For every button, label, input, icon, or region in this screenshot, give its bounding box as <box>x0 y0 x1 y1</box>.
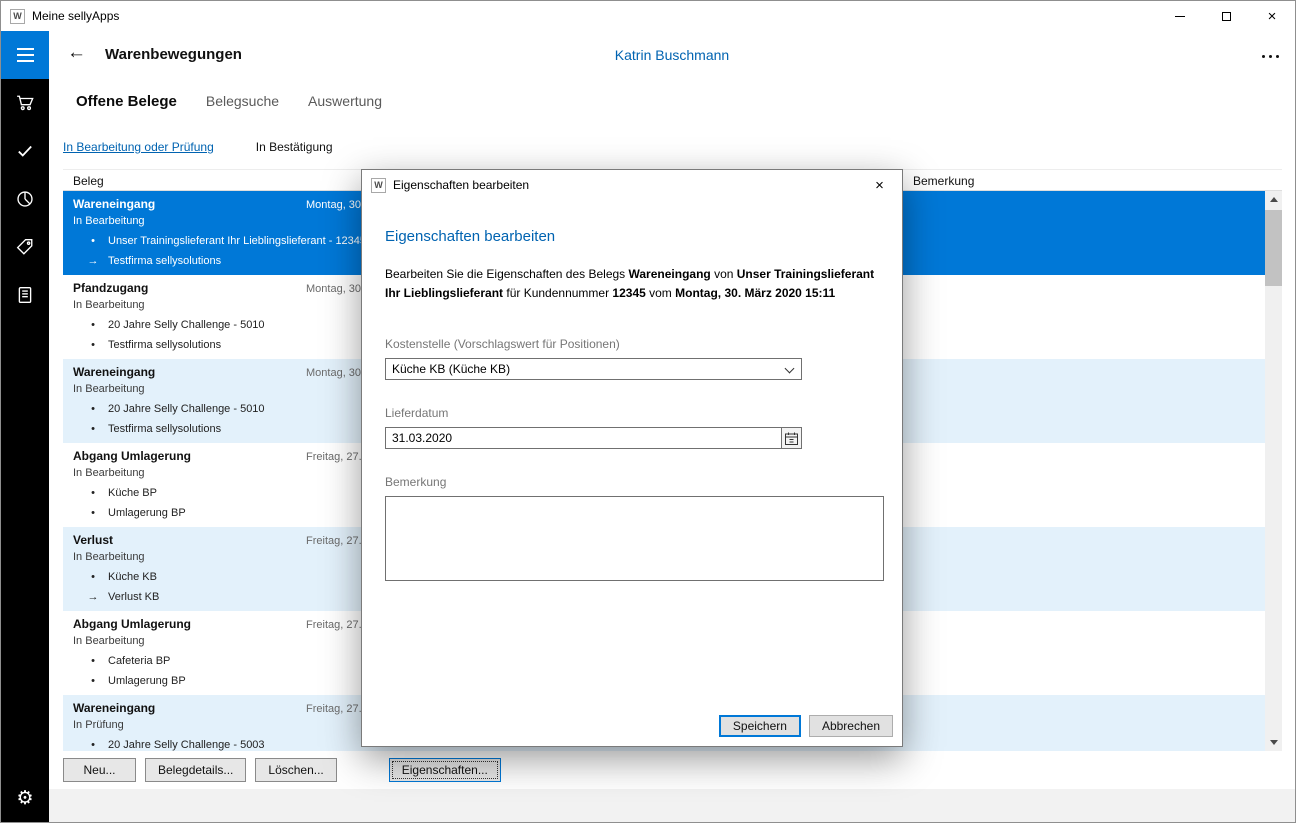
sidebar-item-check[interactable] <box>1 127 49 175</box>
app-window: W Meine sellyApps × <box>0 0 1296 823</box>
gear-icon: ⚙ <box>16 789 33 808</box>
back-button[interactable]: ← <box>67 42 86 64</box>
cart-icon <box>16 94 34 112</box>
sidebar: ⚙ <box>1 31 49 822</box>
cancel-button[interactable]: Abbrechen <box>809 715 893 737</box>
dialog-title: Eigenschaften bearbeiten <box>393 178 529 192</box>
filter-in-bearbeitung-oder-prüfung[interactable]: In Bearbeitung oder Prüfung <box>63 140 214 154</box>
app-icon: W <box>10 9 25 24</box>
window-controls: × <box>1157 1 1295 31</box>
löschen-button[interactable]: Löschen... <box>255 758 336 782</box>
dialog-close-button[interactable]: × <box>857 170 902 200</box>
neu-button[interactable]: Neu... <box>63 758 136 782</box>
dialog-app-icon: W <box>371 178 386 193</box>
maximize-button[interactable] <box>1203 1 1249 31</box>
eigenschaften-dialog: W Eigenschaften bearbeiten × Eigenschaft… <box>361 169 903 747</box>
arrow-up-icon <box>1270 197 1278 202</box>
calendar-icon <box>785 432 798 445</box>
dialog-heading: Eigenschaften bearbeiten <box>385 228 879 245</box>
tab-auswertung[interactable]: Auswertung <box>308 93 382 109</box>
checkmark-icon <box>16 142 34 160</box>
sidebar-item-tag[interactable] <box>1 223 49 271</box>
more-options-button[interactable] <box>1262 55 1279 58</box>
sidebar-item-chart[interactable] <box>1 175 49 223</box>
scrollbar-thumb[interactable] <box>1265 210 1282 286</box>
lieferdatum-input[interactable] <box>385 427 782 449</box>
calendar-button[interactable] <box>782 427 802 449</box>
sidebar-item-journal[interactable] <box>1 271 49 319</box>
page-title: Warenbewegungen <box>105 46 242 63</box>
kostenstelle-select[interactable]: Küche KB (Küche KB) <box>385 358 802 380</box>
kostenstelle-label: Kostenstelle (Vorschlagswert für Positio… <box>385 337 879 351</box>
sidebar-item-cart[interactable] <box>1 79 49 127</box>
tab-belegsuche[interactable]: Belegsuche <box>206 93 279 109</box>
journal-icon <box>16 286 34 304</box>
user-name[interactable]: Katrin Buschmann <box>615 47 729 63</box>
filter-in-bestätigung[interactable]: In Bestätigung <box>256 140 333 154</box>
lieferdatum-label: Lieferdatum <box>385 406 879 420</box>
ellipsis-icon <box>1262 55 1265 58</box>
titlebar: W Meine sellyApps × <box>1 1 1295 31</box>
column-header-bemerkung[interactable]: Bemerkung <box>913 174 974 188</box>
minimize-icon <box>1175 16 1185 17</box>
arrow-down-icon <box>1270 740 1278 745</box>
chevron-down-icon <box>785 364 795 374</box>
tab-bar: Offene Belege Belegsuche Auswertung <box>76 93 382 110</box>
hamburger-icon <box>17 48 34 50</box>
page-header: ← Warenbewegungen Katrin Buschmann <box>49 31 1295 81</box>
filter-bar: In Bearbeitung oder Prüfung In Bestätigun… <box>63 140 333 154</box>
dialog-body: Eigenschaften bearbeiten Bearbeiten Sie … <box>362 228 902 776</box>
save-button[interactable]: Speichern <box>719 715 801 737</box>
vertical-scrollbar[interactable] <box>1265 191 1282 751</box>
dialog-titlebar: W Eigenschaften bearbeiten × <box>362 170 902 200</box>
bemerkung-label: Bemerkung <box>385 475 879 489</box>
lieferdatum-field <box>385 427 879 449</box>
scroll-down-button[interactable] <box>1265 734 1282 751</box>
close-button[interactable]: × <box>1249 1 1295 31</box>
tab-offene-belege[interactable]: Offene Belege <box>76 93 177 110</box>
minimize-button[interactable] <box>1157 1 1203 31</box>
window-title: Meine sellyApps <box>32 9 119 23</box>
dialog-description: Bearbeiten Sie die Eigenschaften des Bel… <box>385 265 879 303</box>
bemerkung-textarea[interactable] <box>385 496 884 581</box>
pie-chart-icon <box>16 190 34 208</box>
belegdetails-button[interactable]: Belegdetails... <box>145 758 246 782</box>
scroll-up-button[interactable] <box>1265 191 1282 208</box>
dialog-buttons: Speichern Abbrechen <box>719 715 893 737</box>
tag-icon <box>16 238 34 256</box>
maximize-icon <box>1222 12 1231 21</box>
close-icon: × <box>1268 9 1277 24</box>
bottom-strip <box>49 789 1295 822</box>
menu-button[interactable] <box>1 31 49 79</box>
close-icon: × <box>875 178 884 193</box>
settings-button[interactable]: ⚙ <box>1 774 49 822</box>
column-header-beleg[interactable]: Beleg <box>73 174 104 188</box>
kostenstelle-value: Küche KB (Küche KB) <box>392 362 510 376</box>
